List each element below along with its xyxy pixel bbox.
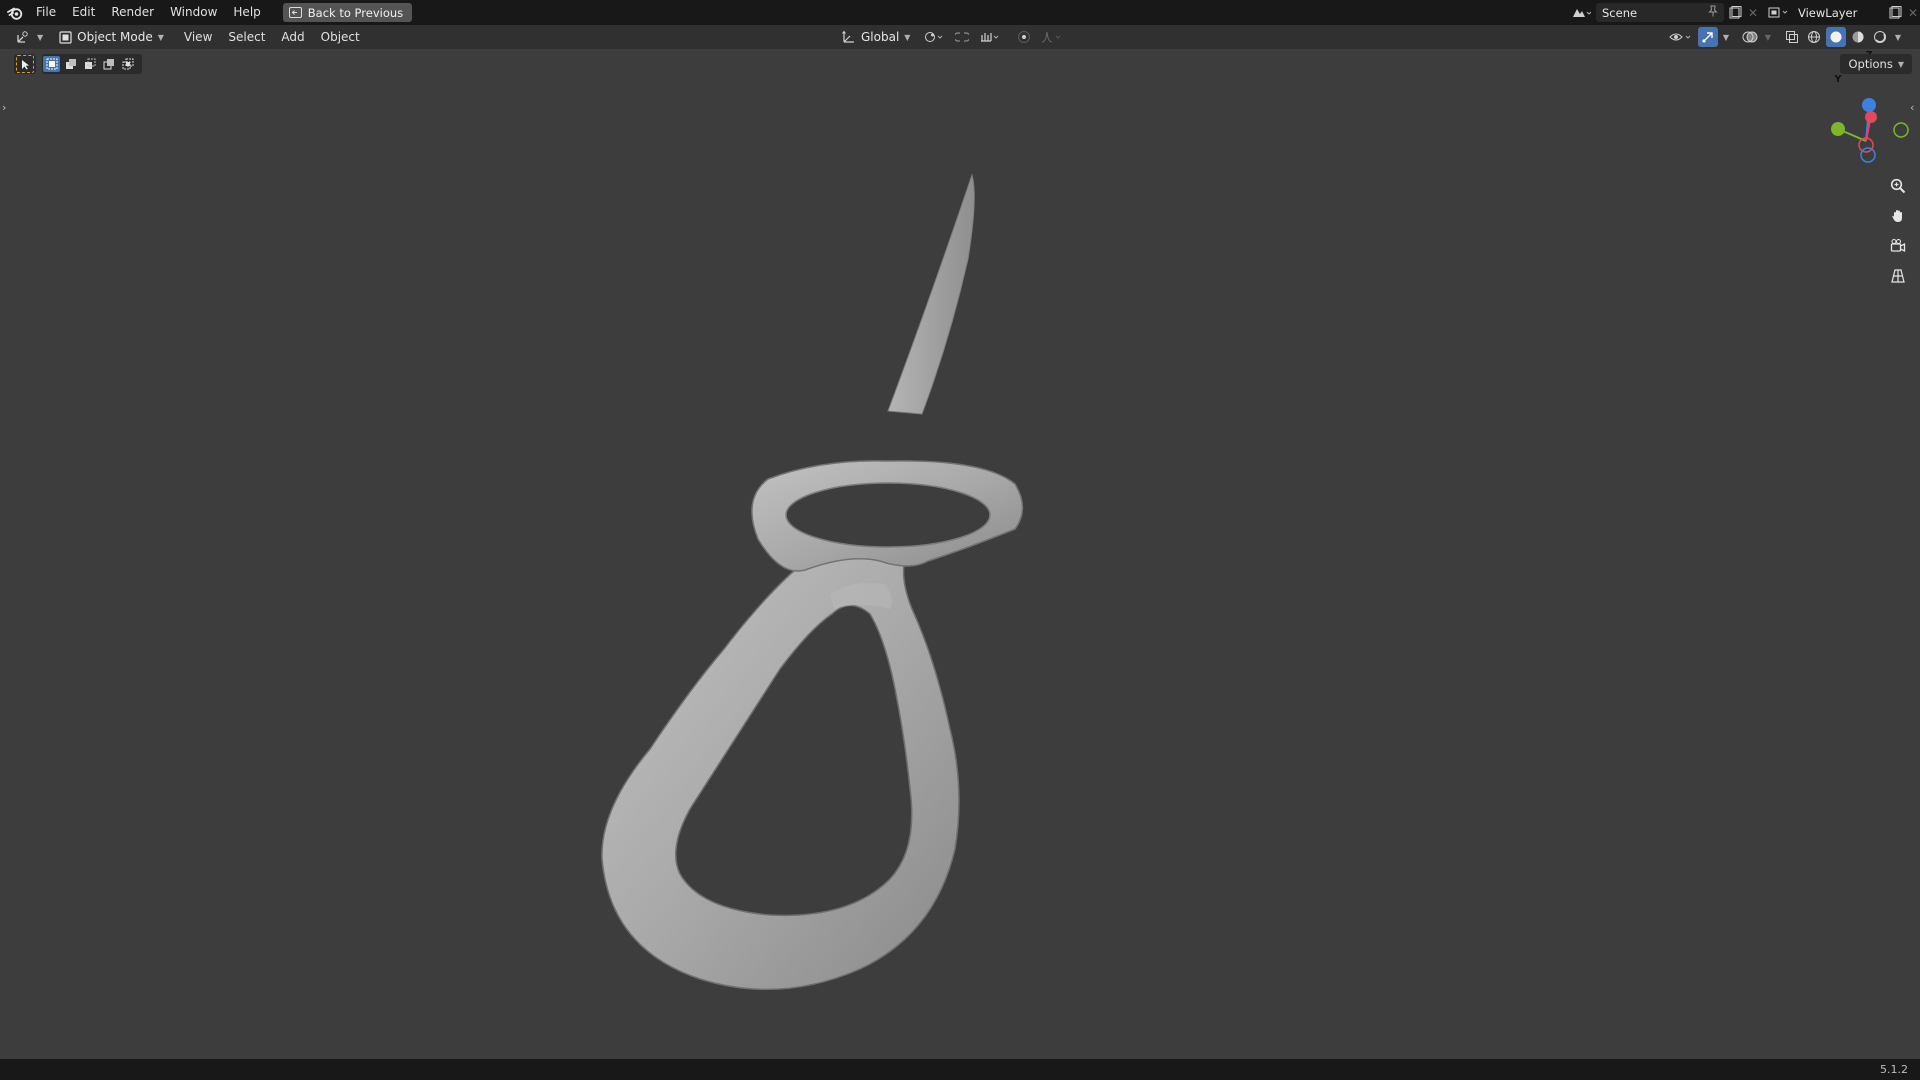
sidebar-expand-icon[interactable]: ‹	[1910, 101, 1914, 114]
gizmo-y-handle	[1831, 122, 1845, 136]
editor-type-icon	[17, 31, 28, 43]
top-menu-bar: File Edit Render Window Help Back to Pre…	[0, 0, 1920, 25]
blender-logo-icon[interactable]	[2, 0, 28, 25]
scene-name-field[interactable]: Scene	[1596, 3, 1724, 22]
viewlayer-name: ViewLayer	[1798, 5, 1858, 20]
select-intersect-icon[interactable]	[119, 56, 136, 72]
back-icon	[288, 7, 302, 18]
new-viewlayer-icon[interactable]	[1884, 3, 1906, 22]
menu-select[interactable]: Select	[220, 25, 273, 49]
gizmo-dropdown-icon[interactable]: ▼	[1720, 27, 1732, 47]
scene-browse-icon[interactable]	[1566, 3, 1596, 22]
transform-tools: Global ▼	[836, 25, 1066, 49]
status-bar: 5.1.2	[0, 1059, 1920, 1080]
gizmo-toggle-icon[interactable]	[1698, 27, 1718, 47]
zoom-icon[interactable]	[1886, 174, 1910, 198]
editor-type-dropdown[interactable]: ▼	[10, 27, 49, 47]
falloff-type-icon[interactable]	[1038, 27, 1066, 47]
viewport-display-tools: ▼ ▼ ▼	[1666, 25, 1904, 49]
navigation-gizmo[interactable]	[1831, 98, 1909, 163]
back-to-previous-button[interactable]: Back to Previous	[282, 3, 413, 22]
viewport-canvas[interactable]	[0, 49, 1920, 1059]
snap-toggle-icon[interactable]	[952, 27, 972, 47]
back-to-previous-label: Back to Previous	[307, 5, 404, 20]
mode-label: Object Mode	[77, 30, 153, 44]
overlays-dropdown-icon[interactable]: ▼	[1762, 27, 1774, 47]
proportional-editing-icon[interactable]	[1014, 27, 1034, 47]
menu-edit[interactable]: Edit	[64, 0, 103, 25]
3d-viewport[interactable]: Z Y › ‹	[0, 49, 1920, 1059]
tool-settings-row: Options ▼	[0, 50, 1920, 76]
select-tool-button[interactable]	[14, 54, 36, 74]
viewlayer-browse-icon[interactable]	[1764, 3, 1794, 22]
select-invert-icon[interactable]	[100, 56, 117, 72]
transform-orientation-dropdown[interactable]: Global ▼	[836, 27, 916, 47]
mesh-object[interactable]	[601, 173, 1024, 991]
solid-shading-icon[interactable]	[1826, 27, 1846, 47]
camera-view-icon[interactable]	[1886, 234, 1910, 258]
gizmo-x-handle	[1865, 111, 1877, 123]
options-dropdown[interactable]: Options ▼	[1840, 54, 1912, 74]
delete-viewlayer-icon[interactable]: ✕	[1906, 3, 1920, 22]
options-label: Options	[1848, 57, 1893, 71]
menu-view[interactable]: View	[176, 25, 220, 49]
menu-file[interactable]: File	[28, 0, 64, 25]
version-label: 5.1.2	[1880, 1063, 1908, 1076]
xray-toggle-icon[interactable]	[1782, 27, 1802, 47]
object-mode-icon	[59, 30, 72, 44]
snap-target-icon[interactable]	[976, 27, 1004, 47]
perspective-toggle-icon[interactable]	[1886, 264, 1910, 288]
menu-window[interactable]: Window	[162, 0, 225, 25]
menu-render[interactable]: Render	[103, 0, 162, 25]
object-visibility-icon[interactable]	[1666, 27, 1696, 47]
select-subtract-icon[interactable]	[81, 56, 98, 72]
menu-help[interactable]: Help	[225, 0, 268, 25]
select-set-icon[interactable]	[43, 56, 60, 72]
pin-icon[interactable]	[1708, 5, 1718, 20]
new-scene-icon[interactable]	[1724, 3, 1746, 22]
scene-name: Scene	[1602, 5, 1638, 20]
gizmo-neg-y-handle	[1893, 122, 1909, 138]
top-right-controls: Scene ✕ ViewLayer ✕	[1566, 0, 1920, 25]
delete-scene-icon[interactable]: ✕	[1746, 3, 1760, 22]
gizmo-z-handle	[1862, 98, 1876, 112]
menu-object[interactable]: Object	[313, 25, 368, 49]
menu-add[interactable]: Add	[273, 25, 312, 49]
shading-dropdown-icon[interactable]: ▼	[1892, 27, 1904, 47]
select-extend-icon[interactable]	[62, 56, 79, 72]
viewlayer-name-field[interactable]: ViewLayer	[1794, 3, 1884, 22]
selection-mode-group	[42, 54, 142, 74]
transform-orientation-label: Global	[861, 30, 900, 44]
viewport-header: ▼ Object Mode ▼ View Select Add Object G…	[0, 25, 1920, 49]
pivot-point-icon[interactable]	[920, 27, 948, 47]
orientation-axes-icon	[842, 30, 854, 43]
rendered-shading-icon[interactable]	[1870, 27, 1890, 47]
cursor-select-icon	[16, 55, 34, 73]
material-preview-icon[interactable]	[1848, 27, 1868, 47]
pan-hand-icon[interactable]	[1886, 204, 1910, 228]
gizmo-neg-z-handle	[1860, 147, 1876, 163]
overlays-toggle-icon[interactable]	[1740, 27, 1760, 47]
toolbar-expand-icon[interactable]: ›	[2, 101, 6, 114]
wireframe-shading-icon[interactable]	[1804, 27, 1824, 47]
mode-dropdown[interactable]: Object Mode ▼	[53, 27, 170, 47]
